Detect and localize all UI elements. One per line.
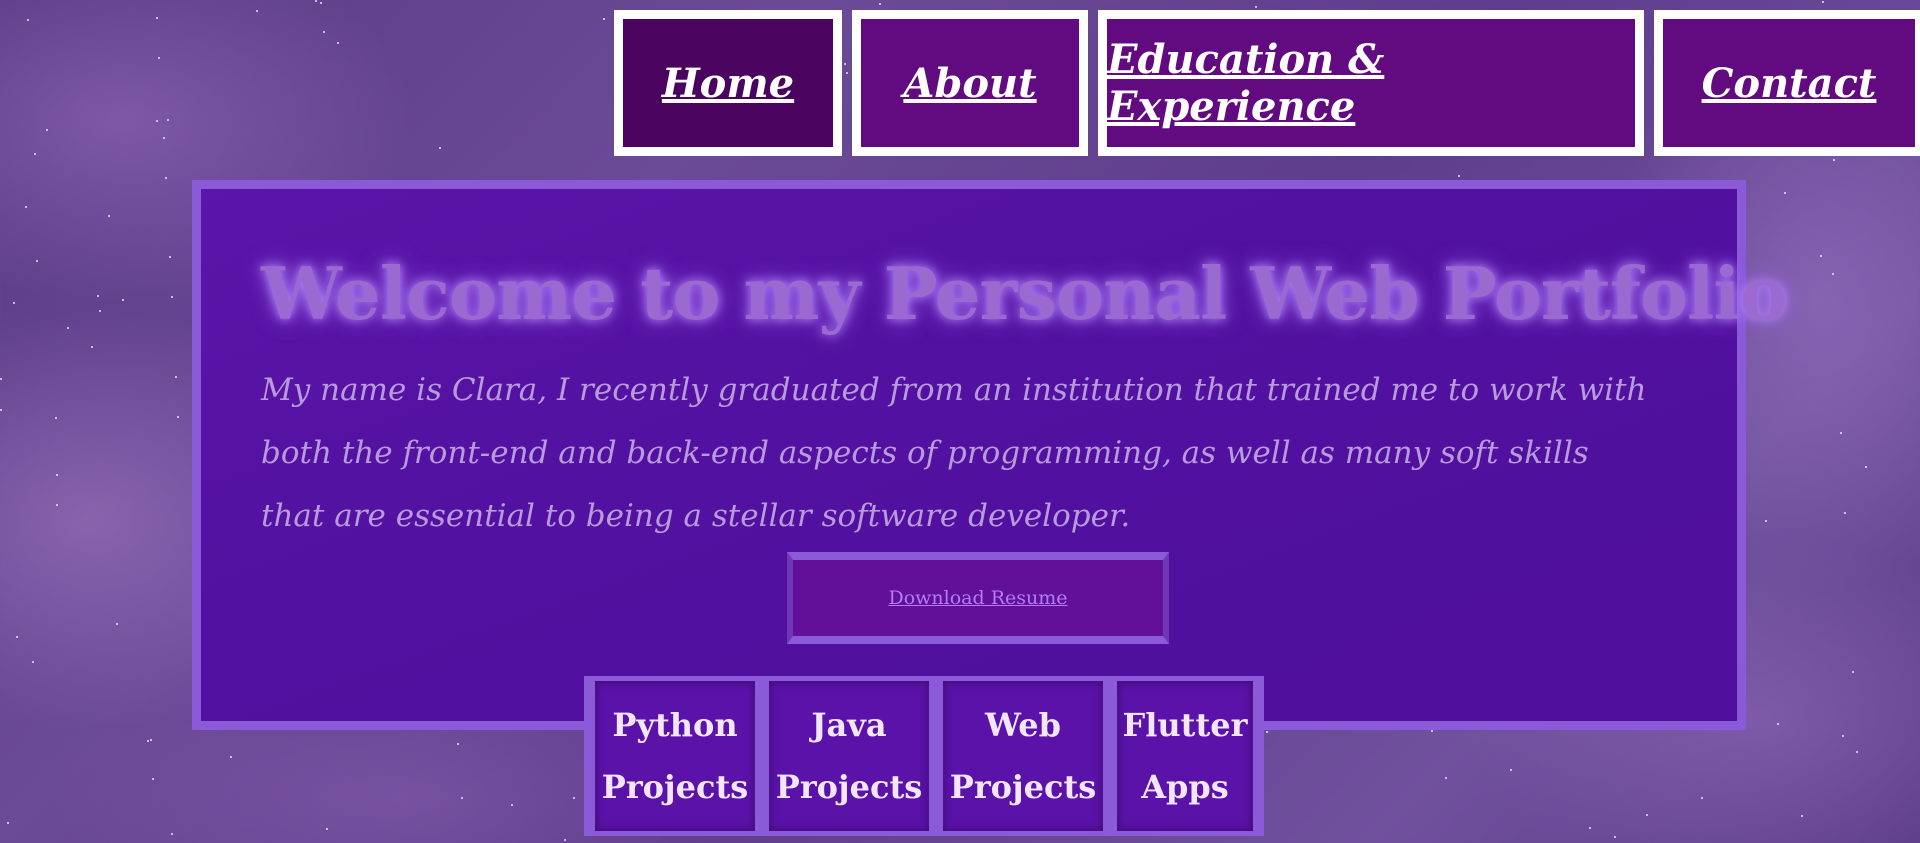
star-dot <box>1765 520 1767 522</box>
star-dot <box>1701 797 1703 799</box>
tab-label-line2: Apps <box>1141 768 1229 806</box>
star-dot <box>1820 255 1822 257</box>
star-dot <box>171 296 173 298</box>
star-dot <box>55 417 57 419</box>
tab-label-line1: Python <box>612 706 738 744</box>
star-dot <box>230 756 232 758</box>
star-dot <box>25 206 27 208</box>
star-dot <box>32 661 34 663</box>
star-dot <box>158 57 160 59</box>
tab-label-line1: Java <box>811 706 887 744</box>
star-dot <box>879 3 881 5</box>
tab-label-line1: Flutter <box>1122 706 1248 744</box>
star-dot <box>165 177 167 179</box>
star-dot <box>27 19 29 21</box>
star-dot <box>0 378 2 380</box>
star-dot <box>36 260 38 262</box>
star-dot <box>56 474 58 476</box>
star-dot <box>34 153 36 155</box>
star-dot <box>337 42 339 44</box>
star-dot <box>147 740 149 742</box>
star-dot <box>0 409 2 411</box>
star-dot <box>1784 192 1786 194</box>
star-dot <box>1842 735 1844 737</box>
star-dot <box>13 302 15 304</box>
tab-label-line2: Projects <box>601 768 749 806</box>
star-dot <box>1510 769 1512 771</box>
nav-about-link[interactable]: About <box>852 10 1088 156</box>
star-dot <box>108 215 110 217</box>
star-dot <box>16 636 18 638</box>
star-dot <box>1445 777 1447 779</box>
star-dot <box>175 376 177 378</box>
star-dot <box>1255 6 1257 8</box>
star-dot <box>1431 730 1433 732</box>
star-dot <box>56 504 58 506</box>
tab-python-projects[interactable]: Python Projects <box>595 681 755 831</box>
star-dot <box>1266 731 1268 733</box>
star-dot <box>461 797 463 799</box>
star-dot <box>1801 815 1803 817</box>
star-dot <box>1840 432 1842 434</box>
project-tabs: Python Projects Java Projects Web Projec… <box>584 676 1264 836</box>
star-dot <box>171 833 173 835</box>
star-dot <box>573 797 575 799</box>
star-dot <box>256 10 258 12</box>
nav-contact-link[interactable]: Contact <box>1654 10 1920 156</box>
star-dot <box>1832 273 1834 275</box>
star-dot <box>1856 751 1858 753</box>
star-dot <box>156 17 158 19</box>
nav-home-link[interactable]: Home <box>614 10 842 156</box>
star-dot <box>99 310 101 312</box>
star-dot <box>1822 1 1824 3</box>
star-dot <box>564 839 566 841</box>
welcome-panel: Welcome to my Personal Web Portfolio My … <box>192 180 1788 730</box>
star-dot <box>116 623 118 625</box>
star-dot <box>1777 723 1779 725</box>
star-dot <box>320 2 322 4</box>
star-dot <box>439 147 441 149</box>
tab-label-line1: Web <box>984 706 1062 744</box>
star-dot <box>326 828 328 830</box>
star-dot <box>1833 159 1835 161</box>
main-nav: Home About Education & Experience Contac… <box>614 10 1920 156</box>
tab-label-line2: Projects <box>775 768 923 806</box>
star-dot <box>7 822 9 824</box>
star-dot <box>156 120 158 122</box>
star-dot <box>1458 175 1460 177</box>
page-title: Welcome to my Personal Web Portfolio <box>261 251 1788 336</box>
star-dot <box>169 256 171 258</box>
download-resume-link[interactable]: Download Resume <box>888 587 1067 609</box>
star-dot <box>91 346 93 348</box>
star-dot <box>1614 836 1616 838</box>
star-dot <box>167 119 169 121</box>
intro-paragraph: My name is Clara, I recently graduated f… <box>261 372 1647 534</box>
star-dot <box>1852 671 1854 673</box>
star-dot <box>46 129 48 131</box>
star-dot <box>67 327 69 329</box>
star-dot <box>97 295 99 297</box>
tab-label-line2: Projects <box>949 768 1097 806</box>
download-resume-box: Download Resume <box>787 552 1169 644</box>
star-dot <box>177 416 179 418</box>
tab-java-projects[interactable]: Java Projects <box>769 681 929 831</box>
star-dot <box>163 137 165 139</box>
star-dot <box>1646 814 1648 816</box>
tab-web-projects[interactable]: Web Projects <box>943 681 1103 831</box>
nav-education-experience-link[interactable]: Education & Experience <box>1098 10 1644 156</box>
star-dot <box>152 778 154 780</box>
star-dot <box>1844 512 1846 514</box>
star-dot <box>122 299 124 301</box>
star-dot <box>323 31 325 33</box>
star-dot <box>315 0 317 2</box>
star-dot <box>511 804 513 806</box>
star-dot <box>150 739 152 741</box>
star-dot <box>1865 466 1867 468</box>
star-dot <box>603 18 605 20</box>
star-dot <box>457 743 459 745</box>
tab-flutter-apps[interactable]: Flutter Apps <box>1117 681 1253 831</box>
star-dot <box>1589 827 1591 829</box>
